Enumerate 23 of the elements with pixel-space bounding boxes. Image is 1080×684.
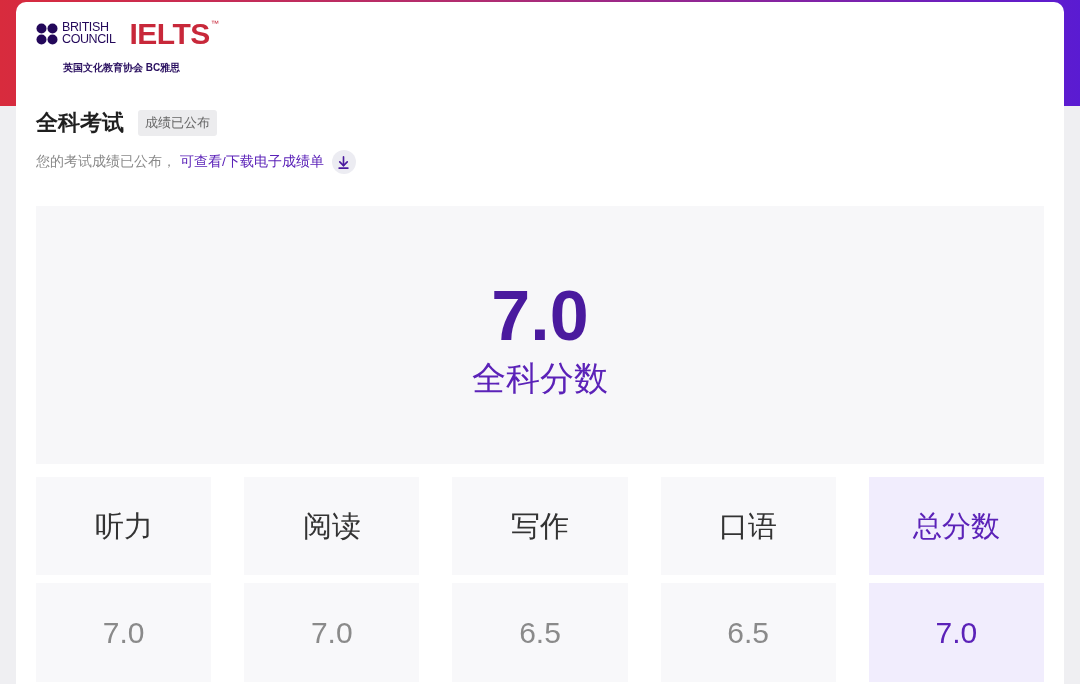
- score-label-cell: 阅读: [244, 477, 420, 575]
- score-label-cell: 听力: [36, 477, 212, 575]
- score-value-cell: 6.5: [452, 583, 628, 682]
- logo-subtitle: 英国文化教育协会 BC雅思: [63, 62, 181, 73]
- logo-text: BRITISH: [62, 20, 110, 33]
- logo-text: COUNCIL: [62, 32, 116, 45]
- score-value-cell: 6.5: [660, 583, 836, 682]
- overall-score: 7.0: [491, 280, 589, 352]
- notice-text: 您的考试成绩已公布，: [36, 153, 176, 171]
- trademark-text: ™: [210, 20, 219, 28]
- download-icon[interactable]: [331, 150, 356, 174]
- exam-title: 全科考试: [36, 110, 124, 136]
- score-value-cell: 7.0: [868, 583, 1044, 682]
- overall-score-label: 全科分数: [472, 358, 608, 398]
- dots-logo-icon: [36, 23, 58, 45]
- score-label-cell: 口语: [660, 477, 836, 575]
- score-value-cell: 7.0: [244, 583, 420, 682]
- logo-wordmark: IELTS: [129, 20, 210, 48]
- score-label-cell: 总分数: [868, 477, 1044, 575]
- score-value-cell: 7.0: [36, 583, 212, 682]
- download-link[interactable]: 可查看/下载电子成绩单: [180, 153, 324, 171]
- status-badge: 成绩已公布: [138, 110, 217, 136]
- score-label-cell: 写作: [452, 477, 628, 575]
